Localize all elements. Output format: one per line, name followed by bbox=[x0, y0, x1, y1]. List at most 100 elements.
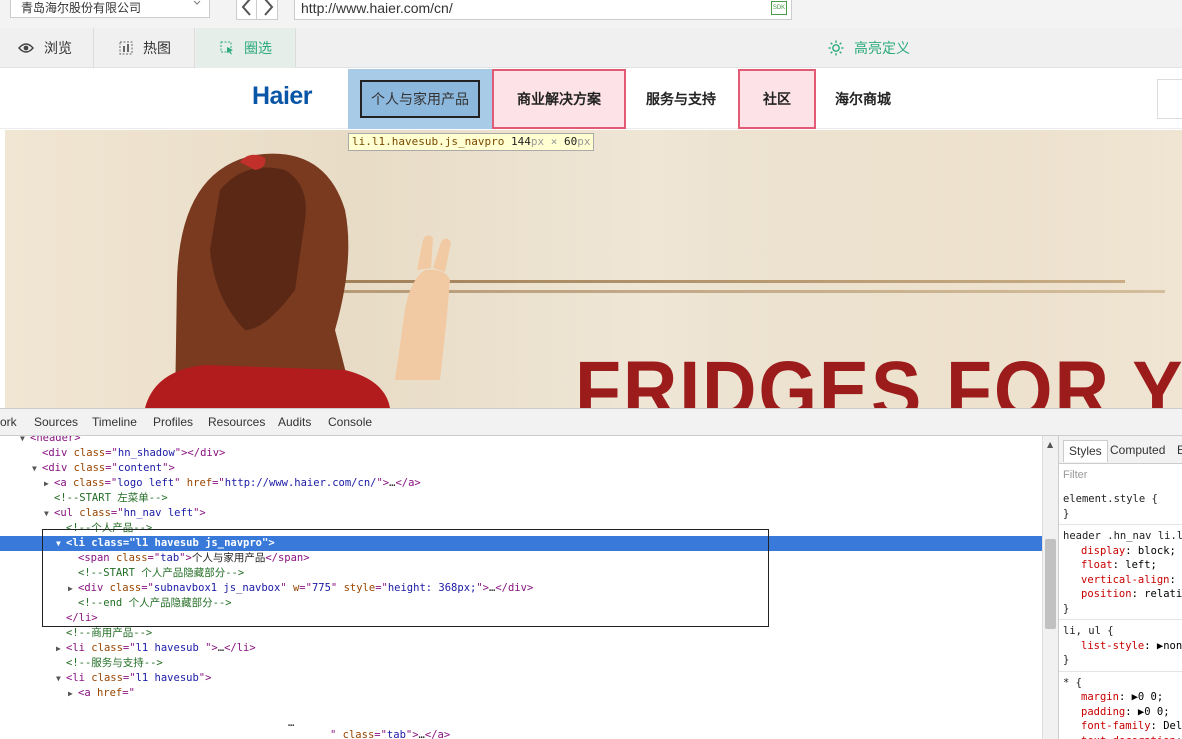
dom-node[interactable]: <span class="tab">个人与家用产品</span> bbox=[0, 551, 1042, 566]
url-input[interactable]: http://www.haier.com/cn/ SDK bbox=[294, 0, 792, 20]
dom-node[interactable]: ▼ <header> bbox=[0, 436, 1042, 446]
dom-scrollbar[interactable]: ▲ bbox=[1042, 436, 1058, 739]
dom-token-tag: "> bbox=[262, 537, 275, 549]
haier-logo[interactable]: Haier bbox=[252, 82, 313, 111]
company-select[interactable]: 青岛海尔股份有限公司 bbox=[10, 0, 210, 18]
style-property-name: display bbox=[1081, 544, 1126, 557]
collapse-triangle-icon[interactable]: ▼ bbox=[32, 461, 42, 476]
style-selector[interactable]: element.style { bbox=[1063, 492, 1158, 506]
expand-triangle-icon[interactable]: ▶ bbox=[68, 686, 78, 701]
dom-node[interactable]: <!--START 个人产品隐藏部分--> bbox=[0, 566, 1042, 581]
nav-haier-mall[interactable]: 海尔商城 bbox=[816, 69, 910, 129]
style-property[interactable]: margin: ▶0 0; bbox=[1081, 690, 1163, 704]
style-property[interactable]: text-decoration: bbox=[1081, 734, 1182, 739]
dom-node-selected[interactable]: ▼ <li class="l1 havesub js_navpro"> bbox=[0, 536, 1042, 551]
dom-node[interactable]: <!--end 个人产品隐藏部分--> bbox=[0, 596, 1042, 611]
expand-triangle-icon[interactable]: ▶ bbox=[44, 476, 54, 491]
style-selector[interactable]: * { bbox=[1063, 676, 1082, 690]
devtools-tab-profiles[interactable]: Profiles bbox=[153, 415, 193, 429]
dom-token-attr: class bbox=[91, 537, 123, 549]
forward-button[interactable] bbox=[258, 0, 278, 19]
dom-node[interactable]: " class="tab">…</a> bbox=[0, 728, 1042, 739]
style-property[interactable]: vertical-align: bbox=[1081, 573, 1176, 587]
highlight-definition-button[interactable]: 高亮定义 bbox=[828, 28, 910, 68]
dom-token-tag: =" bbox=[122, 537, 136, 549]
style-property-name: font-family bbox=[1081, 720, 1151, 732]
styles-filter-input[interactable]: Filter bbox=[1063, 469, 1087, 481]
dom-node[interactable]: ▶ <div class="subnavbox1 js_navbox" w="77… bbox=[0, 581, 1042, 596]
style-selector-text: li, ul { bbox=[1063, 625, 1114, 637]
dom-node[interactable]: ▼ <li class="l1 havesub"> bbox=[0, 671, 1042, 686]
dom-node[interactable]: ▼ <div class="content"> bbox=[0, 461, 1042, 476]
devtools-tab-console[interactable]: Console bbox=[328, 415, 372, 429]
highlight-definition-label: 高亮定义 bbox=[854, 41, 910, 57]
dom-token-cmt: <!--START 左菜单--> bbox=[54, 492, 168, 504]
tab-heatmap[interactable]: 热图 bbox=[95, 28, 195, 68]
collapse-triangle-icon[interactable]: ▼ bbox=[56, 536, 66, 551]
dom-token-tag: <span bbox=[78, 552, 116, 564]
dom-node[interactable]: ▶ <a class="logo left" href="http://www.h… bbox=[0, 476, 1042, 491]
style-selector[interactable]: li, ul { bbox=[1063, 624, 1114, 638]
style-property[interactable]: position: relati bbox=[1081, 587, 1182, 601]
tab-styles[interactable]: Styles bbox=[1063, 440, 1108, 462]
nav-personal-products-label: 个人与家用产品 bbox=[360, 80, 480, 118]
tab-browse[interactable]: 浏览 bbox=[0, 28, 94, 68]
dom-token-attr: class bbox=[91, 642, 123, 654]
devtools-tab-audits[interactable]: Audits bbox=[278, 415, 311, 429]
dom-token-tag: "> bbox=[476, 582, 490, 594]
style-selector-text: header .hn_nav li.l1 bbox=[1063, 530, 1182, 542]
select-cursor-icon bbox=[220, 41, 233, 55]
expand-triangle-icon[interactable]: ▶ bbox=[68, 581, 78, 596]
dom-node[interactable]: <div class="hn_shadow"></div> bbox=[0, 446, 1042, 461]
hero-banner[interactable]: FRIDGES FOR YOU bbox=[5, 130, 1182, 408]
dom-node[interactable]: </li> bbox=[0, 611, 1042, 626]
styles-panel: Styles Computed E Filter element.style {… bbox=[1058, 436, 1182, 739]
nav-service-support[interactable]: 服务与支持 bbox=[626, 69, 736, 129]
style-selector[interactable]: } bbox=[1063, 602, 1069, 616]
dom-node[interactable]: <!--服务与支持--> bbox=[0, 656, 1042, 671]
back-button[interactable] bbox=[237, 0, 257, 19]
tab-circle-select[interactable]: 圈选 bbox=[196, 28, 296, 68]
style-property[interactable]: float: left; bbox=[1081, 558, 1157, 572]
dom-node[interactable]: <!--个人产品--> bbox=[0, 521, 1042, 536]
nav-business-solutions[interactable]: 商业解决方案 bbox=[492, 69, 626, 129]
tab-heatmap-label: 热图 bbox=[143, 41, 171, 57]
nav-community[interactable]: 社区 bbox=[738, 69, 816, 129]
tab-event-listeners[interactable]: E bbox=[1172, 440, 1182, 462]
collapse-triangle-icon[interactable]: ▼ bbox=[44, 506, 54, 521]
style-selector[interactable]: } bbox=[1063, 653, 1069, 667]
scroll-thumb[interactable] bbox=[1045, 539, 1056, 629]
style-selector[interactable]: header .hn_nav li.l1 bbox=[1063, 529, 1182, 543]
hero-headline: FRIDGES FOR YOU bbox=[575, 345, 1182, 408]
sdk-icon[interactable]: SDK bbox=[771, 1, 787, 15]
style-property[interactable]: padding: ▶0 0; bbox=[1081, 705, 1170, 719]
dom-node[interactable]: ▶ <li class="l1 havesub ">…</li> bbox=[0, 641, 1042, 656]
tab-computed[interactable]: Computed bbox=[1105, 440, 1170, 462]
dom-token-tag: <a bbox=[54, 477, 73, 489]
dom-node[interactable]: <!--商用产品--> bbox=[0, 626, 1042, 641]
devtools-tab-resources[interactable]: Resources bbox=[208, 415, 265, 429]
dom-token-val: height: 368px; bbox=[387, 582, 477, 594]
dom-token-attr: href bbox=[186, 477, 213, 489]
dom-node[interactable]: <!--START 左菜单--> bbox=[0, 491, 1042, 506]
expand-triangle-icon[interactable]: ▶ bbox=[56, 641, 66, 656]
scroll-up-icon[interactable]: ▲ bbox=[1047, 440, 1053, 449]
devtools-tab-sources[interactable]: Sources bbox=[34, 415, 78, 429]
collapse-triangle-icon[interactable]: ▼ bbox=[56, 671, 66, 686]
collapse-triangle-icon[interactable]: ▼ bbox=[20, 436, 30, 446]
dom-token-tag: "> bbox=[193, 507, 206, 519]
devtools-tab-network[interactable]: ork bbox=[0, 415, 17, 429]
style-property-name: position bbox=[1081, 588, 1132, 600]
nav-personal-products[interactable]: 个人与家用产品 bbox=[348, 69, 492, 129]
dom-token-val: 775 bbox=[311, 582, 331, 594]
dom-tree-panel[interactable]: ▼ <header> <div class="hn_shadow"></div> ▼ <… bbox=[0, 436, 1042, 739]
style-selector[interactable]: } bbox=[1063, 507, 1069, 521]
style-property[interactable]: display: block; bbox=[1081, 544, 1176, 558]
dom-node[interactable]: ▶ <a href=" bbox=[0, 686, 1042, 701]
style-property[interactable]: list-style: ▶non bbox=[1081, 639, 1182, 653]
dom-node[interactable]: ▼ <ul class="hn_nav left"> bbox=[0, 506, 1042, 521]
style-colon: : bbox=[1112, 559, 1126, 571]
style-property[interactable]: font-family: Del bbox=[1081, 719, 1182, 733]
devtools-tab-timeline[interactable]: Timeline bbox=[92, 415, 137, 429]
site-search-box[interactable] bbox=[1157, 79, 1182, 119]
